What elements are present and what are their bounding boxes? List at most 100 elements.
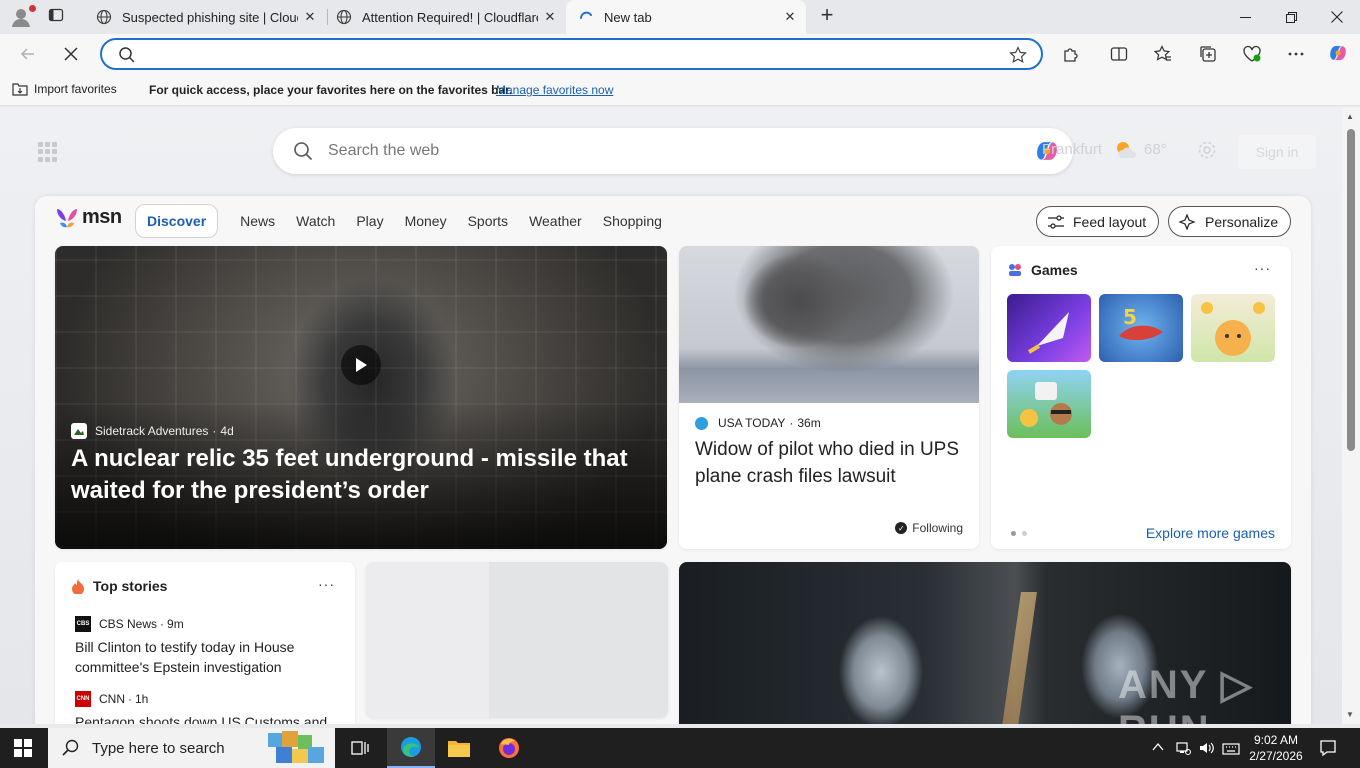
extensions-button[interactable] xyxy=(1060,43,1082,65)
manage-favorites-link[interactable]: Manage favorites now xyxy=(496,83,613,97)
scroll-up-icon[interactable]: ▲ xyxy=(1346,112,1354,121)
games-more-options-button[interactable]: ··· xyxy=(1254,260,1271,276)
stop-loading-button[interactable] xyxy=(57,40,85,68)
cbs-news-logo-icon: CBS xyxy=(75,616,91,632)
globe-icon xyxy=(96,9,112,25)
story-item[interactable]: CNN CNN · 1h Pentagon shoots down US Cus… xyxy=(75,691,335,724)
nav-sports[interactable]: Sports xyxy=(468,213,508,229)
copilot-icon xyxy=(1330,46,1346,60)
hero-source: Sidetrack Adventures · 4d xyxy=(71,423,234,439)
games-title: Games xyxy=(1031,262,1078,278)
news-source: USA TODAY · 36m xyxy=(695,416,821,430)
task-view-button[interactable] xyxy=(336,728,384,768)
explore-more-games-link[interactable]: Explore more games xyxy=(1146,525,1275,541)
tab-strip: Suspected phishing site | Cloudflare ✕ A… xyxy=(0,0,1360,34)
tab-actions-button[interactable] xyxy=(48,7,70,27)
nav-watch[interactable]: Watch xyxy=(296,213,335,229)
sign-in-button[interactable]: Sign in xyxy=(1238,135,1316,169)
tab-new-tab[interactable]: New tab ✕ xyxy=(566,0,806,34)
nav-news[interactable]: News xyxy=(240,213,275,229)
characters-icon xyxy=(1020,382,1072,427)
weather-temperature[interactable]: 68° xyxy=(1144,141,1167,158)
tab-title: Attention Required! | Cloudflare xyxy=(362,9,538,25)
network-icon[interactable] xyxy=(1175,740,1191,756)
play-video-button[interactable] xyxy=(341,345,381,385)
games-header: Games xyxy=(1007,262,1078,278)
game-tile-bees[interactable] xyxy=(1191,294,1275,362)
minimize-button[interactable] xyxy=(1222,0,1268,34)
game-tile-characters[interactable] xyxy=(1007,370,1091,438)
collections-button[interactable] xyxy=(1197,43,1219,65)
new-tab-button[interactable]: + xyxy=(816,4,838,27)
close-window-button[interactable] xyxy=(1314,0,1360,34)
game-tile-fish[interactable]: 5 xyxy=(1099,294,1183,362)
tray-expand-icon[interactable] xyxy=(1152,742,1164,752)
nav-play[interactable]: Play xyxy=(356,213,383,229)
taskbar-search-placeholder[interactable]: Type here to search xyxy=(92,740,225,757)
following-badge[interactable]: ✓ Following xyxy=(895,521,963,535)
split-screen-button[interactable] xyxy=(1108,43,1130,65)
import-favorites-button[interactable]: Import favorites xyxy=(12,82,117,96)
stop-icon xyxy=(64,47,78,61)
personalize-button[interactable]: Personalize xyxy=(1168,206,1292,237)
story-item[interactable]: CBS CBS News · 9m Bill Clinton to testif… xyxy=(75,616,335,677)
performance-button[interactable] xyxy=(1241,43,1263,65)
weather-location[interactable]: Frankfurt xyxy=(1042,141,1102,158)
profile-button[interactable] xyxy=(10,5,36,28)
hero-headline[interactable]: A nuclear relic 35 feet underground - mi… xyxy=(71,443,631,507)
copilot-button[interactable] xyxy=(1327,42,1349,64)
taskbar-search-box[interactable]: Type here to search xyxy=(48,728,335,768)
app-launcher-icon[interactable] xyxy=(38,142,58,162)
story-source: CNN CNN · 1h xyxy=(75,691,149,707)
tab-phishing[interactable]: Suspected phishing site | Cloudflare ✕ xyxy=(84,0,326,34)
clock-date: 2/27/2026 xyxy=(1249,749,1303,763)
heartbeat-icon xyxy=(1243,45,1261,62)
tab-close-button[interactable]: ✕ xyxy=(778,9,802,25)
back-button[interactable] xyxy=(14,40,42,68)
news-headline[interactable]: Widow of pilot who died in UPS plane cra… xyxy=(695,436,965,490)
story-source-name: CNN xyxy=(99,692,125,706)
notifications-icon[interactable] xyxy=(1319,739,1337,757)
taskbar-firefox[interactable] xyxy=(485,728,533,768)
split-screen-icon xyxy=(1110,47,1128,61)
news-story-card[interactable]: USA TODAY · 36m Widow of pilot who died … xyxy=(679,246,979,549)
taskbar-file-explorer[interactable] xyxy=(435,728,483,768)
volume-icon[interactable] xyxy=(1198,740,1216,756)
following-label: Following xyxy=(912,521,963,535)
folder-icon xyxy=(448,741,470,757)
settings-gear-icon[interactable] xyxy=(1197,140,1217,160)
story-headline[interactable]: Pentagon shoots down US Customs and xyxy=(75,712,335,724)
hero-story-card[interactable]: Sidetrack Adventures · 4d A nuclear reli… xyxy=(55,246,667,549)
nav-shopping[interactable]: Shopping xyxy=(603,213,662,229)
favorites-button[interactable] xyxy=(1152,43,1174,65)
page-scrollbar[interactable]: ▲ ▼ xyxy=(1342,107,1360,724)
scrollbar-thumb[interactable] xyxy=(1347,129,1355,451)
tab-close-button[interactable]: ✕ xyxy=(298,9,322,25)
settings-more-button[interactable] xyxy=(1285,43,1307,65)
nav-weather[interactable]: Weather xyxy=(529,213,582,229)
restore-button[interactable] xyxy=(1268,0,1314,34)
game-tile-rocket[interactable] xyxy=(1007,294,1091,362)
favorite-star-icon[interactable] xyxy=(1009,46,1027,64)
games-carousel-dots[interactable] xyxy=(1011,531,1033,536)
search-icon xyxy=(119,47,135,63)
flame-icon xyxy=(71,578,85,594)
tab-attention[interactable]: Attention Required! | Cloudflare ✕ xyxy=(324,0,566,34)
keyboard-icon[interactable] xyxy=(1222,740,1240,756)
tab-close-button[interactable]: ✕ xyxy=(538,9,562,25)
address-bar[interactable] xyxy=(100,38,1043,70)
web-search-box[interactable]: Search the web xyxy=(273,128,1073,174)
nav-money[interactable]: Money xyxy=(405,213,447,229)
taskbar-edge[interactable] xyxy=(387,728,435,768)
personalize-label: Personalize xyxy=(1205,213,1279,230)
top-stories-more-button[interactable]: ··· xyxy=(318,576,335,592)
scroll-down-icon[interactable]: ▼ xyxy=(1346,710,1354,719)
story-headline[interactable]: Bill Clinton to testify today in House c… xyxy=(75,637,335,677)
start-button[interactable] xyxy=(14,739,32,762)
feed-layout-button[interactable]: Feed layout xyxy=(1036,206,1160,237)
web-search-input[interactable]: Search the web xyxy=(328,142,439,160)
story-age: 9m xyxy=(167,617,184,631)
nav-discover[interactable]: Discover xyxy=(135,204,219,238)
msn-logo[interactable]: msn xyxy=(55,206,122,229)
system-clock[interactable]: 9:02 AM 2/27/2026 xyxy=(1248,732,1304,764)
